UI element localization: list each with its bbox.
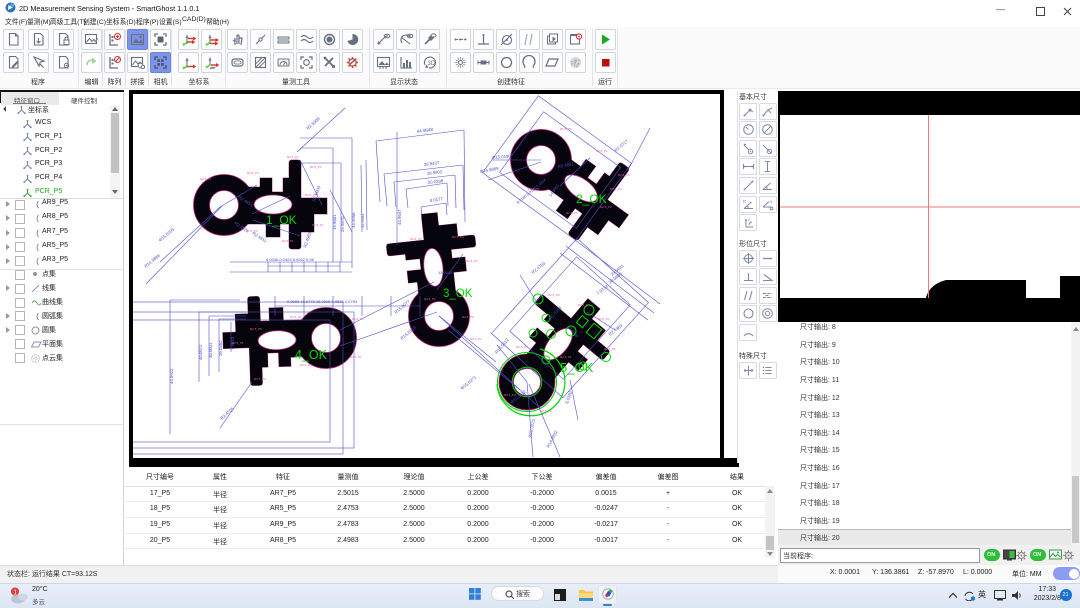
svg-text:R2.5_P4: R2.5_P4 (452, 235, 464, 239)
svg-text:R2.5_P3: R2.5_P3 (504, 393, 516, 397)
svg-text:Φ15.0190: Φ15.0190 (492, 154, 512, 160)
svg-text:7.9734: 7.9734 (596, 283, 610, 295)
svg-text:R2.5_P4: R2.5_P4 (305, 193, 317, 197)
svg-text:R2.5_P2: R2.5_P2 (604, 347, 616, 351)
svg-text:R2.5_P5: R2.5_P5 (246, 229, 258, 233)
svg-text:R: R (743, 199, 747, 204)
svg-text:8.0382: 8.0382 (564, 390, 573, 405)
svg-text:R2.5_P1: R2.5_P1 (424, 297, 436, 301)
svg-text:R2.5_P2: R2.5_P2 (287, 155, 299, 159)
svg-text:R2.4783: R2.4783 (531, 260, 547, 274)
svg-text:44.9648: 44.9648 (416, 127, 433, 134)
svg-text:R2.5_P1: R2.5_P1 (350, 355, 362, 359)
svg-text:8.0177: 8.0177 (429, 196, 443, 203)
svg-text:19.9801: 19.9801 (332, 214, 337, 230)
svg-text:R2.5_P5: R2.5_P5 (300, 363, 312, 367)
svg-text:29.9870: 29.9870 (340, 216, 345, 232)
svg-text:R2.5_P5: R2.5_P5 (548, 293, 560, 297)
svg-text:44.9647: 44.9647 (397, 209, 402, 225)
svg-text:R2.5_P2: R2.5_P2 (540, 409, 552, 413)
svg-text:R2.5_P1: R2.5_P1 (312, 223, 324, 227)
svg-text:R2.5_P1: R2.5_P1 (200, 177, 212, 181)
svg-text:1: 1 (13, 590, 17, 597)
svg-text:R2.5_P5: R2.5_P5 (250, 327, 262, 331)
svg-text:R2.5_P5: R2.5_P5 (516, 345, 528, 349)
svg-text:R2.5_P5: R2.5_P5 (560, 127, 572, 131)
svg-text:2_OK: 2_OK (576, 192, 607, 206)
svg-text:5.9655 10.8778 15.0515 9.9538: 5.9655 10.8778 15.0515 9.9538 4.0783 (287, 299, 358, 304)
svg-text:R2.5_P1: R2.5_P1 (290, 315, 302, 319)
svg-text:y: y (748, 217, 750, 222)
svg-text:3_OK: 3_OK (443, 288, 473, 300)
svg-text:R2.5_P5: R2.5_P5 (462, 315, 474, 319)
svg-text:R2.5_P1: R2.5_P1 (596, 149, 608, 153)
svg-text:R2.5_P4: R2.5_P4 (578, 303, 590, 307)
svg-text:R14.9932: R14.9932 (545, 429, 558, 448)
svg-text:R2.5_P1: R2.5_P1 (466, 259, 478, 263)
svg-text:44.9956: 44.9956 (351, 212, 356, 228)
svg-text:R2.5_P1: R2.5_P1 (566, 211, 578, 215)
svg-text:8.0336 0.0403 8.9262 5.98: 8.0336 0.0403 8.9262 5.98 (266, 257, 315, 262)
svg-text:R2.5_P2: R2.5_P2 (254, 377, 266, 381)
svg-text:R2.5008: R2.5008 (305, 116, 321, 131)
svg-text:x: x (770, 199, 773, 204)
svg-text:R2.4717: R2.4717 (613, 138, 629, 153)
svg-text:R2.5_P2: R2.5_P2 (410, 237, 422, 241)
svg-text:44.9922: 44.9922 (169, 368, 174, 384)
svg-text:R2.5_P1: R2.5_P1 (282, 239, 294, 243)
svg-text:R2.4705: R2.4705 (219, 406, 235, 421)
svg-text:Φ15.0105: Φ15.0105 (157, 226, 175, 242)
svg-text:R14.9886: R14.9886 (143, 253, 161, 269)
svg-text:R2.4983: R2.4983 (608, 322, 624, 336)
svg-text:R2.5_P5: R2.5_P5 (352, 317, 364, 321)
svg-text:R2.5_P3: R2.5_P3 (247, 171, 259, 175)
svg-text:30.0011: 30.0011 (208, 342, 213, 358)
svg-text:R2.5_P4: R2.5_P4 (470, 337, 482, 341)
svg-text:R2.5_P3: R2.5_P3 (310, 165, 322, 169)
svg-text:R2.5_P1: R2.5_P1 (232, 341, 244, 345)
svg-text:29.9902: 29.9902 (427, 169, 444, 176)
svg-text:3D: 3D (428, 61, 436, 67)
svg-text:R2.5_P1: R2.5_P1 (560, 355, 572, 359)
svg-text:Φ15.0223: Φ15.0223 (527, 418, 536, 438)
svg-text:Φ14.9869: Φ14.9869 (479, 166, 499, 174)
svg-text:5_OK: 5_OK (560, 360, 594, 375)
svg-text:39.9437: 39.9437 (424, 160, 441, 167)
svg-text:1_OK: 1_OK (266, 213, 297, 227)
svg-text:39.9684: 39.9684 (360, 213, 365, 228)
svg-text:R2.4983: R2.4983 (302, 231, 312, 249)
svg-text:4_OK: 4_OK (295, 348, 328, 362)
svg-text:R2.5_P5: R2.5_P5 (618, 173, 630, 177)
svg-text:R2.5_P1: R2.5_P1 (598, 317, 610, 321)
svg-text:R15.0112: R15.0112 (494, 337, 510, 355)
svg-text:15.0044: 15.0044 (438, 270, 453, 275)
svg-text:Φ15.0371: Φ15.0371 (459, 374, 477, 390)
svg-text:R2.5_P1: R2.5_P1 (528, 187, 540, 191)
svg-text:R2.5_P4: R2.5_P4 (610, 187, 622, 191)
svg-text:26.0352: 26.0352 (218, 340, 223, 356)
svg-text:40.0072: 40.0072 (198, 344, 203, 360)
